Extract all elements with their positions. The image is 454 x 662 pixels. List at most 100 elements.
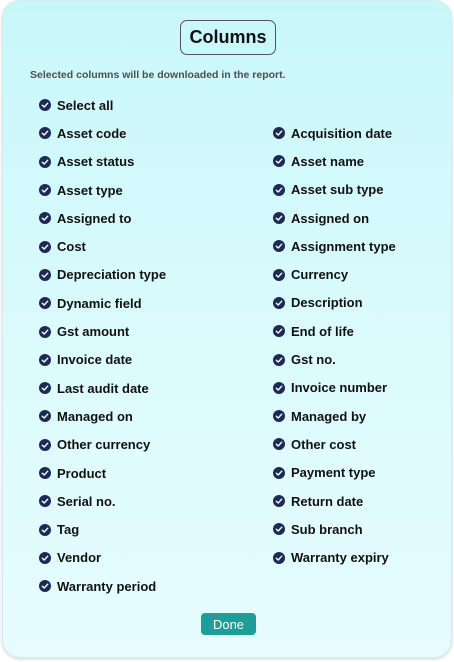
column-option-label: Assignment type: [291, 238, 396, 254]
check-circle-icon[interactable]: [39, 353, 51, 366]
check-circle-icon[interactable]: [39, 325, 51, 338]
column-option-assignment-type[interactable]: Assignment type: [273, 232, 396, 260]
column-option-vendor[interactable]: Vendor: [39, 544, 166, 572]
column-option-label: Managed on: [57, 408, 133, 424]
column-option-serial-no[interactable]: Serial no.: [39, 487, 166, 515]
check-circle-icon[interactable]: [273, 381, 285, 394]
column-option-invoice-number[interactable]: Invoice number: [273, 374, 396, 402]
column-option-label: Cost: [57, 239, 86, 255]
column-option-label: Dynamic field: [57, 295, 142, 311]
column-option-label: Acquisition date: [291, 125, 393, 141]
column-option-label: Currency: [291, 267, 349, 283]
column-option-tag[interactable]: Tag: [39, 515, 166, 543]
column-option-currency[interactable]: Currency: [273, 260, 396, 288]
check-circle-icon[interactable]: [273, 438, 285, 451]
column-option-label: Asset status: [57, 154, 135, 170]
check-circle-icon[interactable]: [273, 551, 285, 564]
column-option-gst-amount[interactable]: Gst amount: [39, 317, 166, 345]
check-circle-icon[interactable]: [273, 495, 285, 507]
column-option-label: Invoice number: [291, 380, 388, 396]
left-column-list: Select all Asset code Asset status Asset ty…: [39, 91, 166, 600]
column-option-other-currency[interactable]: Other currency: [39, 431, 166, 459]
check-circle-icon[interactable]: [273, 155, 285, 168]
column-option-label: Serial no.: [57, 493, 116, 509]
column-option-asset-type[interactable]: Asset type: [39, 176, 166, 204]
column-option-label: Warranty period: [57, 578, 157, 594]
column-option-product[interactable]: Product: [39, 459, 166, 487]
column-option-sub-branch[interactable]: Sub branch: [273, 515, 396, 543]
column-option-gst-no[interactable]: Gst no.: [273, 345, 396, 373]
column-option-select-all[interactable]: Select all: [39, 91, 166, 119]
column-option-asset-code[interactable]: Asset code: [39, 119, 166, 147]
column-option-label: Gst amount: [57, 324, 130, 340]
check-circle-icon[interactable]: [273, 127, 285, 140]
column-option-asset-sub-type[interactable]: Asset sub type: [273, 176, 396, 204]
column-option-label: Other currency: [57, 437, 151, 453]
column-option-warranty-expiry[interactable]: Warranty expiry: [273, 543, 396, 571]
check-circle-icon[interactable]: [273, 523, 285, 536]
column-option-depreciation-type[interactable]: Depreciation type: [39, 261, 166, 289]
check-circle-icon[interactable]: [39, 523, 51, 536]
column-option-last-audit-date[interactable]: Last audit date: [39, 374, 166, 402]
column-option-label: Invoice date: [57, 352, 133, 368]
column-option-assigned-to[interactable]: Assigned to: [39, 204, 166, 232]
column-option-cost[interactable]: Cost: [39, 232, 166, 260]
column-option-dynamic-field[interactable]: Dynamic field: [39, 289, 166, 317]
column-option-asset-status[interactable]: Asset status: [39, 148, 166, 176]
column-option-other-cost[interactable]: Other cost: [273, 430, 396, 458]
column-option-asset-name[interactable]: Asset name: [273, 147, 396, 175]
check-circle-icon[interactable]: [39, 184, 51, 197]
check-circle-icon[interactable]: [39, 438, 51, 451]
dialog-subtitle: Selected columns will be downloaded in t…: [30, 69, 286, 81]
check-circle-icon[interactable]: [273, 353, 285, 366]
check-circle-icon[interactable]: [273, 183, 285, 196]
check-circle-icon[interactable]: [273, 466, 285, 479]
check-circle-icon[interactable]: [39, 99, 51, 112]
column-option-acquisition-date[interactable]: Acquisition date: [273, 119, 396, 147]
check-circle-icon[interactable]: [39, 410, 51, 423]
column-option-label: End of life: [291, 323, 354, 339]
column-option-invoice-date[interactable]: Invoice date: [39, 346, 166, 374]
column-option-label: Payment type: [291, 465, 376, 481]
check-circle-icon[interactable]: [39, 268, 51, 281]
check-circle-icon[interactable]: [273, 268, 285, 281]
columns-dialog: Columns Selected columns will be downloa…: [2, 0, 452, 658]
column-option-label: Last audit date: [57, 380, 149, 396]
column-option-label: Assigned to: [57, 210, 132, 226]
column-option-managed-on[interactable]: Managed on: [39, 402, 166, 430]
check-circle-icon[interactable]: [273, 212, 285, 225]
check-circle-icon[interactable]: [39, 155, 51, 168]
check-circle-icon[interactable]: [39, 580, 51, 593]
column-option-label: Vendor: [57, 550, 102, 566]
column-option-warranty-period[interactable]: Warranty period: [39, 572, 166, 600]
check-circle-icon[interactable]: [39, 297, 51, 310]
column-option-label: Select all: [57, 97, 114, 113]
column-option-assigned-on[interactable]: Assigned on: [273, 204, 396, 232]
check-circle-icon[interactable]: [39, 127, 51, 140]
column-option-label: Managed by: [291, 408, 367, 424]
check-circle-icon[interactable]: [39, 495, 51, 508]
right-column-list: Acquisition date Asset name Asset sub type…: [273, 119, 396, 572]
column-option-payment-type[interactable]: Payment type: [273, 459, 396, 487]
column-option-description[interactable]: Description: [273, 289, 396, 317]
check-circle-icon[interactable]: [39, 467, 51, 479]
check-circle-icon[interactable]: [273, 325, 285, 338]
column-option-managed-by[interactable]: Managed by: [273, 402, 396, 430]
check-circle-icon[interactable]: [39, 240, 51, 253]
column-option-label: Gst no.: [291, 352, 336, 368]
column-option-label: Asset name: [291, 153, 364, 169]
check-circle-icon[interactable]: [273, 296, 285, 309]
column-option-label: Asset code: [57, 125, 127, 141]
check-circle-icon[interactable]: [39, 212, 51, 225]
check-circle-icon[interactable]: [39, 382, 51, 395]
column-option-end-of-life[interactable]: End of life: [273, 317, 396, 345]
column-option-label: Product: [57, 465, 107, 481]
column-option-label: Tag: [57, 522, 80, 538]
column-option-label: Other cost: [291, 436, 357, 452]
done-button[interactable]: Done: [201, 613, 256, 635]
check-circle-icon[interactable]: [273, 410, 285, 423]
column-option-return-date[interactable]: Return date: [273, 487, 396, 515]
check-circle-icon[interactable]: [39, 551, 51, 564]
column-option-label: Asset sub type: [291, 182, 384, 198]
check-circle-icon[interactable]: [273, 240, 285, 253]
